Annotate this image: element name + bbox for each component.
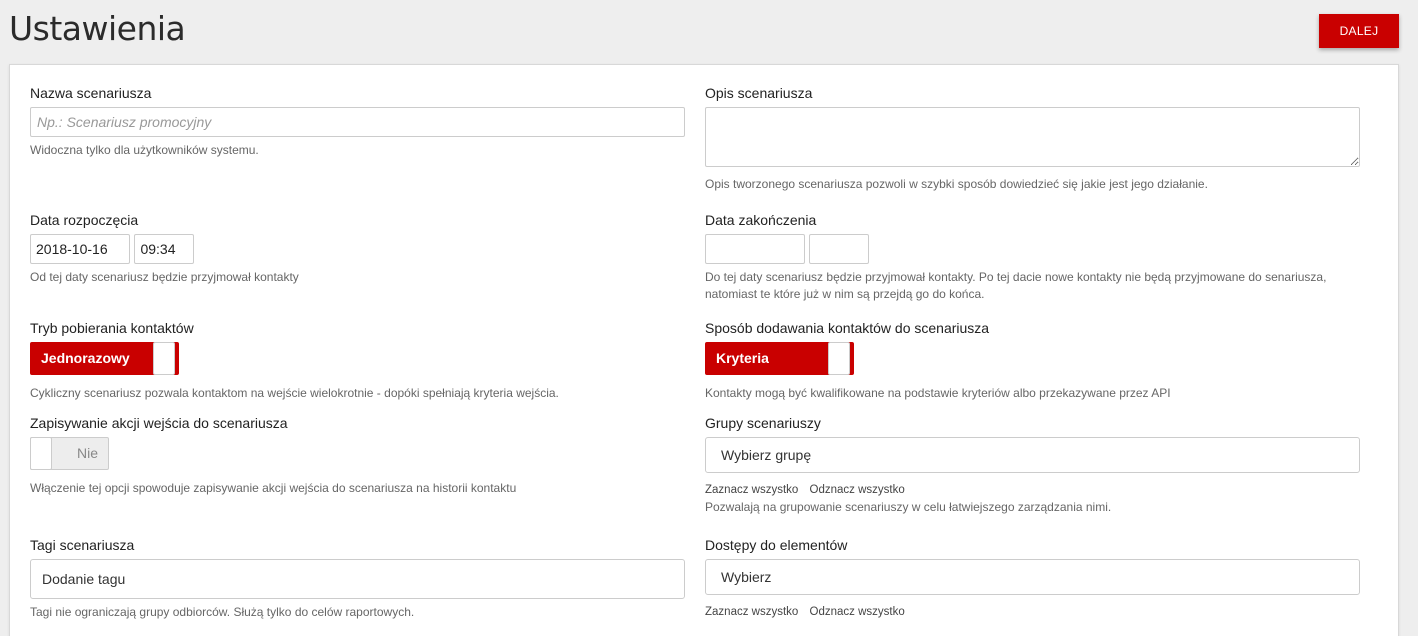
save-entry-label: Zapisywanie akcji wejścia do scenariusza — [30, 415, 288, 431]
save-entry-toggle[interactable]: Nie — [30, 437, 109, 470]
scenario-description-field: Opis scenariusza Opis tworzonego scenari… — [705, 84, 1360, 193]
save-entry-toggle-label: Nie — [76, 445, 98, 461]
add-mode-toggle-knob — [828, 342, 850, 375]
tags-input[interactable]: Dodanie tagu — [30, 559, 685, 599]
tags-label: Tagi scenariusza — [30, 537, 135, 553]
add-mode-help: Kontakty mogą być kwalifikowane na podst… — [705, 386, 1171, 400]
scenario-description-help: Opis tworzonego scenariusza pozwoli w sz… — [705, 177, 1208, 191]
start-date-input[interactable]: 2018-10-16 — [30, 234, 130, 264]
add-mode-label: Sposób dodawania kontaktów do scenariusz… — [705, 320, 990, 336]
fetch-mode-help: Cykliczny scenariusz pozwala kontaktom n… — [30, 386, 559, 400]
scenario-name-input[interactable] — [30, 107, 685, 137]
fetch-mode-label: Tryb pobierania kontaktów — [30, 320, 194, 336]
save-entry-field: Zapisywanie akcji wejścia do scenariusza… — [30, 414, 685, 497]
end-time-input[interactable] — [809, 234, 870, 264]
settings-card: Nazwa scenariusza Widoczna tylko dla uży… — [9, 64, 1399, 636]
fetch-mode-field: Tryb pobierania kontaktów Jednorazowy Cy… — [30, 319, 685, 402]
groups-links: Zaznacz wszystko Odznacz wszystko — [705, 484, 1360, 496]
next-button[interactable]: DALEJ — [1319, 14, 1399, 48]
end-date-input[interactable] — [705, 234, 805, 264]
scenario-description-label: Opis scenariusza — [705, 85, 813, 101]
groups-label: Grupy scenariuszy — [705, 415, 821, 431]
access-select[interactable]: Wybierz — [705, 559, 1360, 595]
add-mode-toggle-label: Kryteria — [716, 350, 769, 366]
page-title: Ustawienia — [9, 9, 186, 48]
add-mode-toggle[interactable]: Kryteria — [705, 342, 854, 375]
end-date-field: Data zakończenia Do tej daty scenariusz … — [705, 211, 1360, 303]
tags-help: Tagi nie ograniczają grupy odbiorców. Sł… — [30, 605, 415, 619]
fetch-mode-toggle[interactable]: Jednorazowy — [30, 342, 179, 375]
end-date-help: Do tej daty scenariusz będzie przyjmował… — [705, 270, 1327, 301]
access-label: Dostępy do elementów — [705, 537, 848, 553]
start-date-help: Od tej daty scenariusz będzie przyjmował… — [30, 270, 299, 284]
groups-select[interactable]: Wybierz grupę — [705, 437, 1360, 473]
start-date-label: Data rozpoczęcia — [30, 212, 139, 228]
save-entry-toggle-knob — [30, 437, 52, 470]
tags-field: Tagi scenariusza Dodanie tagu Tagi nie o… — [30, 536, 685, 621]
scenario-name-label: Nazwa scenariusza — [30, 85, 152, 101]
start-time-input[interactable]: 09:34 — [134, 234, 195, 264]
fetch-mode-toggle-knob — [153, 342, 175, 375]
save-entry-help: Włączenie tej opcji spowoduje zapisywani… — [30, 481, 517, 495]
groups-select-all-link[interactable]: Zaznacz wszystko — [705, 484, 798, 496]
access-links: Zaznacz wszystko Odznacz wszystko — [705, 606, 1360, 618]
scenario-name-help: Widoczna tylko dla użytkowników systemu. — [30, 143, 259, 157]
end-date-label: Data zakończenia — [705, 212, 817, 228]
groups-field: Grupy scenariuszy Wybierz grupę Zaznacz … — [705, 414, 1360, 516]
scenario-name-field: Nazwa scenariusza Widoczna tylko dla uży… — [30, 84, 685, 159]
access-field: Dostępy do elementów Wybierz Zaznacz wsz… — [705, 536, 1360, 618]
groups-help: Pozwalają na grupowanie scenariuszy w ce… — [705, 500, 1112, 514]
access-select-all-link[interactable]: Zaznacz wszystko — [705, 606, 798, 618]
fetch-mode-toggle-label: Jednorazowy — [41, 350, 130, 366]
scenario-description-textarea[interactable] — [705, 107, 1360, 167]
access-deselect-all-link[interactable]: Odznacz wszystko — [810, 606, 905, 618]
start-date-field: Data rozpoczęcia 2018-10-16 09:34 Od tej… — [30, 211, 685, 286]
groups-deselect-all-link[interactable]: Odznacz wszystko — [810, 484, 905, 496]
add-mode-field: Sposób dodawania kontaktów do scenariusz… — [705, 319, 1360, 402]
